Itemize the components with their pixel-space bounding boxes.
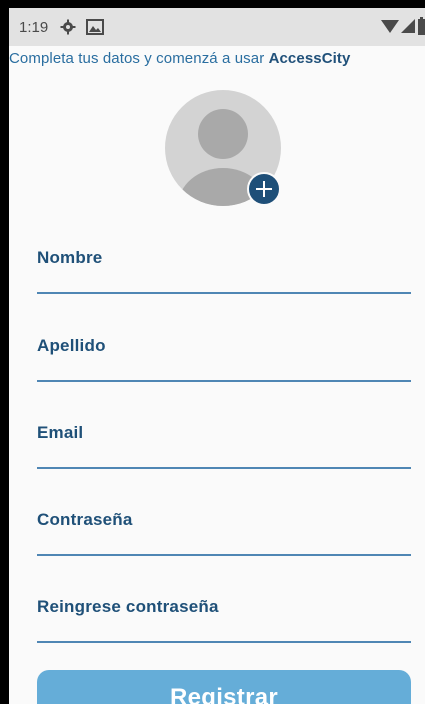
app-screen: 1:19 Completa tus datos y comenzá a usar… — [9, 8, 425, 704]
status-time: 1:19 — [19, 18, 49, 36]
nombre-underline — [37, 292, 411, 294]
apellido-underline — [37, 380, 411, 382]
password-underline — [37, 554, 411, 556]
plus-icon — [256, 181, 272, 197]
nombre-input[interactable] — [37, 248, 411, 292]
battery-icon — [418, 17, 425, 39]
signal-icon — [401, 18, 415, 38]
subtitle: Completa tus datos y comenzá a usar Acce… — [9, 50, 425, 76]
nombre-field[interactable]: Nombre — [37, 248, 411, 308]
register-button-label: Registrar — [169, 684, 279, 704]
email-input[interactable] — [37, 423, 411, 467]
avatar[interactable] — [165, 90, 285, 210]
settings-gear-icon — [60, 19, 76, 35]
apellido-field[interactable]: Apellido — [37, 336, 411, 396]
apellido-input[interactable] — [37, 336, 411, 380]
add-photo-button[interactable] — [247, 172, 281, 206]
confirm-password-underline — [37, 641, 411, 643]
email-underline — [37, 467, 411, 469]
status-right-icons — [381, 17, 425, 39]
register-button[interactable]: Registrar — [37, 670, 411, 704]
image-notification-icon — [86, 19, 105, 35]
confirm-password-field[interactable]: Reingrese contraseña — [37, 597, 411, 657]
subtitle-text: Completa tus datos y comenzá a usar — [9, 50, 269, 67]
email-field[interactable]: Email — [37, 423, 411, 483]
confirm-password-input[interactable] — [37, 597, 411, 641]
password-input[interactable] — [37, 510, 411, 554]
status-bar: 1:19 — [9, 8, 425, 46]
password-field[interactable]: Contraseña — [37, 510, 411, 570]
device-frame: 1:19 Completa tus datos y comenzá a usar… — [0, 0, 425, 704]
wifi-icon — [381, 18, 399, 38]
brand-name: AccessCity — [268, 50, 351, 67]
